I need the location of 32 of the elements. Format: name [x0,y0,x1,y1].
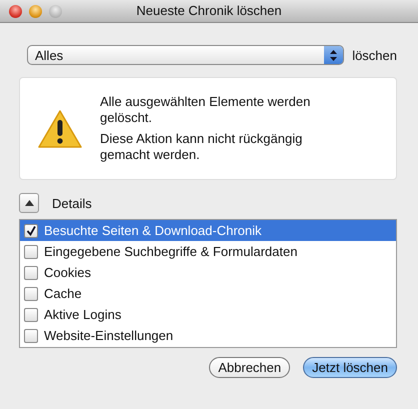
checkbox[interactable] [24,286,38,300]
history-item[interactable]: Eingegebene Suchbegriffe & Formulardaten [20,241,396,262]
close-button[interactable] [9,4,22,18]
item-label: Website-Einstellungen [44,328,174,343]
checkbox[interactable] [24,244,38,258]
range-dropdown[interactable]: Alles [27,45,344,65]
item-label: Besuchte Seiten & Download-Chronik [44,223,262,238]
checkbox[interactable] [24,266,38,280]
stepper-arrows-icon [330,50,338,60]
cancel-button[interactable]: Abbrechen [209,357,290,378]
checkbox[interactable] [24,224,38,238]
window-title: Neueste Chronik löschen [136,3,282,18]
item-label: Cookies [44,265,91,280]
item-label: Cache [44,286,82,301]
checkbox[interactable] [24,308,38,322]
history-item[interactable]: Cookies [20,262,396,283]
details-label: Details [52,196,92,210]
details-toggle[interactable] [19,193,39,213]
warning-text: Diese Aktion kann nicht rückgängig gemacht werden. [100,131,304,163]
item-label: Aktive Logins [44,307,122,322]
history-item[interactable]: Aktive Logins [20,304,396,325]
history-item[interactable]: Besuchte Seiten & Download-Chronik [20,220,396,241]
range-label: löschen [352,48,397,62]
warning-icon [38,108,82,148]
triangle-icon [24,200,34,206]
minimize-button[interactable] [29,4,42,18]
checkbox[interactable] [24,328,38,342]
history-item[interactable]: Website-Einstellungen [20,325,396,346]
item-label: Eingegebene Suchbegriffe & Formulardaten [44,244,298,259]
warning-text: Alle ausgewählten Elemente werden gelöscht. [100,94,312,126]
history-item[interactable]: Cache [20,283,396,304]
confirm-button[interactable]: Jetzt löschen [303,357,397,378]
